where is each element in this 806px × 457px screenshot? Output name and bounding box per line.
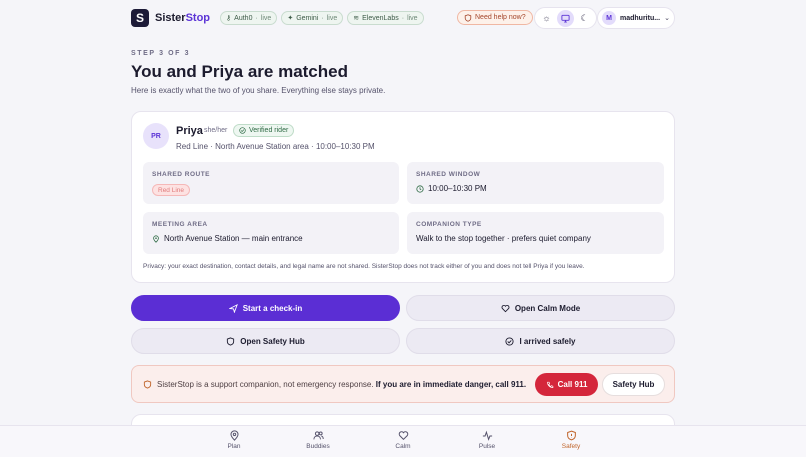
heart-icon (501, 304, 510, 312)
pill-name: Auth0 (234, 14, 253, 22)
sun-icon[interactable]: ☼ (538, 10, 555, 27)
integration-pill-auth0: ⚷ Auth0 · live (220, 11, 278, 25)
check-circle-icon (505, 336, 515, 346)
need-help-label: Need help now? (475, 14, 526, 21)
tile-value: 10:00–10:30 PM (416, 184, 487, 193)
pill-status: live (326, 14, 338, 22)
user-menu[interactable]: M madhuritu... ⌄ (597, 7, 675, 29)
bottom-navigation: Plan Buddies Calm Pulse Safety (0, 425, 806, 457)
companion-type-tile: COMPANION TYPE Walk to the stop together… (407, 212, 664, 254)
nav-label: Buddies (306, 443, 330, 450)
shield-icon (227, 336, 235, 346)
monitor-icon[interactable] (557, 9, 574, 27)
tile-label: COMPANION TYPE (416, 221, 482, 228)
checkin-label: Start a check-in (242, 303, 303, 313)
app-header: S SisterStop ⚷ Auth0 · live ✦ Gemini · l… (0, 0, 806, 36)
shared-route-tile: SHARED ROUTE Red Line (143, 162, 399, 204)
nav-label: Plan (227, 443, 241, 450)
need-help-button[interactable]: Need help now? (457, 10, 533, 25)
app-logo[interactable]: S (131, 9, 149, 27)
pill-name: ElevenLabs (362, 14, 399, 22)
integration-pill-gemini: ✦ Gemini · live (281, 11, 344, 25)
open-safety-hub-button[interactable]: Open Safety Hub (131, 328, 400, 354)
nav-label: Pulse (478, 443, 496, 450)
phone-icon (546, 381, 553, 388)
match-pronouns: she/her (204, 127, 228, 134)
meeting-area-tile: MEETING AREA North Avenue Station — main… (143, 212, 399, 254)
match-name: Priya (176, 125, 203, 137)
page-subtitle: Here is exactly what the two of you shar… (131, 86, 386, 95)
brand-prefix: Sister (155, 12, 186, 24)
nav-item-calm[interactable]: Calm (373, 430, 433, 450)
map-pin-icon (153, 234, 159, 243)
nav-item-safety[interactable]: Safety (541, 430, 601, 450)
call-label: Call 911 (557, 380, 588, 389)
heart-icon (398, 431, 408, 441)
activity-icon (482, 430, 492, 441)
shield-icon (143, 379, 152, 389)
tile-label: MEETING AREA (152, 221, 208, 228)
match-route-summary: Red Line · North Avenue Station area · 1… (176, 142, 375, 151)
avatar: M (602, 11, 616, 25)
page-title: You and Priya are matched (131, 62, 348, 81)
pill-sep: · (255, 14, 258, 22)
nav-label: Safety (561, 443, 581, 450)
sparkle-icon: ✦ (287, 15, 294, 22)
theme-switcher: ☼ ☾ (534, 7, 597, 29)
moon-icon[interactable]: ☾ (576, 10, 593, 27)
tile-label: SHARED WINDOW (416, 171, 481, 178)
tile-value: Walk to the stop together · prefers quie… (416, 234, 591, 243)
arrived-label: I arrived safely (519, 336, 576, 346)
chevron-down-icon: ⌄ (664, 15, 670, 22)
step-indicator: STEP 3 OF 3 (131, 50, 191, 57)
call-911-button[interactable]: Call 911 (535, 373, 598, 396)
waveform-icon: ≋ (353, 15, 360, 22)
shield-icon (464, 13, 472, 22)
pill-status: live (260, 14, 272, 22)
brand-suffix: Stop (185, 12, 211, 24)
red-line-tag: Red Line (152, 184, 191, 196)
pill-sep: · (401, 14, 405, 22)
calm-label: Open Calm Mode (514, 303, 581, 313)
pill-status: live (407, 14, 418, 22)
arrived-safely-button[interactable]: I arrived safely (406, 328, 675, 354)
nav-item-pulse[interactable]: Pulse (457, 430, 517, 450)
shield-icon (566, 430, 576, 441)
notice-plain: SisterStop is a support companion, not e… (157, 379, 374, 389)
privacy-note: Privacy: your exact destination, contact… (143, 263, 585, 270)
nav-item-plan[interactable]: Plan (204, 430, 264, 450)
open-calm-mode-button[interactable]: Open Calm Mode (406, 295, 675, 321)
meeting-value: North Avenue Station — main entrance (164, 234, 303, 243)
notice-bold: If you are in immediate danger, call 911… (375, 379, 527, 389)
user-name: madhuritu... (620, 14, 661, 22)
tile-value: North Avenue Station — main entrance (152, 234, 303, 243)
key-icon: ⚷ (226, 15, 232, 22)
clock-icon (416, 184, 424, 193)
safety-hub-button[interactable]: Safety Hub (602, 373, 665, 396)
start-checkin-button[interactable]: Start a check-in (131, 295, 400, 321)
pill-sep: · (321, 14, 324, 22)
avatar: PR (143, 123, 169, 149)
nav-item-buddies[interactable]: Buddies (288, 430, 348, 450)
verified-label: Verified rider (249, 127, 289, 134)
pill-name: Gemini (296, 14, 319, 22)
map-pin-icon (229, 430, 239, 441)
safety-hub-label: Open Safety Hub (240, 336, 305, 346)
send-icon (228, 303, 238, 313)
verified-badge: Verified rider (233, 124, 295, 137)
tile-label: SHARED ROUTE (152, 171, 211, 178)
window-value: 10:00–10:30 PM (428, 184, 487, 193)
notice-text: SisterStop is a support companion, not e… (157, 380, 526, 389)
check-circle-icon (239, 127, 246, 134)
users-icon (312, 431, 324, 440)
match-card: PR Priya she/her Verified rider Red Line… (131, 111, 675, 283)
shared-window-tile: SHARED WINDOW 10:00–10:30 PM (407, 162, 664, 204)
integration-pill-elevenlabs: ≋ ElevenLabs · live (347, 11, 424, 25)
tile-value: Red Line (152, 184, 191, 196)
nav-label: Calm (395, 443, 411, 450)
integration-pills: ⚷ Auth0 · live ✦ Gemini · live ≋ ElevenL… (220, 11, 424, 25)
emergency-notice: SisterStop is a support companion, not e… (131, 365, 675, 403)
brand-name[interactable]: SisterStop (155, 12, 210, 24)
